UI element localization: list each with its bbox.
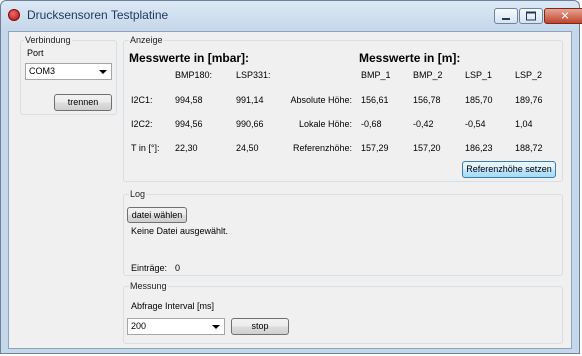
col-header-bmp1: BMP_1 bbox=[361, 70, 391, 80]
port-select[interactable]: COM3 bbox=[25, 63, 112, 80]
value-i2c2-lsp331: 990,66 bbox=[236, 119, 264, 129]
value-i2c1-bmp180: 994,58 bbox=[175, 95, 203, 105]
col-header-bmp2: BMP_2 bbox=[413, 70, 443, 80]
main-window: Drucksensoren Testplatine ✕ Verbindung P… bbox=[0, 0, 582, 354]
interval-label: Abfrage Interval [ms] bbox=[131, 301, 215, 311]
title-bar[interactable]: Drucksensoren Testplatine ✕ bbox=[1, 1, 582, 31]
interval-value: 200 bbox=[131, 321, 147, 331]
value-lok-lsp1: -0,54 bbox=[465, 119, 486, 129]
disconnect-button[interactable]: trennen bbox=[54, 94, 112, 111]
row-label-absolute-hoehe: Absolute Höhe: bbox=[290, 95, 352, 105]
messung-group-label: Messung bbox=[129, 281, 168, 291]
mbar-header: Messwerte in [mbar]: bbox=[129, 51, 250, 65]
selected-file-text: Keine Datei ausgewählt. bbox=[131, 226, 229, 236]
value-i2c2-bmp180: 994,56 bbox=[175, 119, 203, 129]
col-header-lsp331: LSP331: bbox=[236, 70, 271, 80]
interval-select[interactable]: 200 bbox=[127, 318, 225, 335]
choose-file-button[interactable]: datei wählen bbox=[127, 207, 187, 223]
log-group-label: Log bbox=[129, 189, 147, 199]
value-temp-lsp331: 24,50 bbox=[236, 143, 259, 153]
row-label-i2c1: I2C1: bbox=[131, 95, 153, 105]
chevron-down-icon bbox=[99, 70, 107, 74]
verbindung-group-label: Verbindung bbox=[24, 35, 72, 45]
value-ref-bmp1: 157,29 bbox=[361, 143, 389, 153]
chevron-down-icon bbox=[212, 325, 220, 329]
row-label-referenzhoehe: Referenzhöhe: bbox=[292, 143, 352, 153]
value-i2c1-lsp331: 991,14 bbox=[236, 95, 264, 105]
anzeige-group-label: Anzeige bbox=[129, 35, 164, 45]
value-lok-bmp2: -0,42 bbox=[413, 119, 434, 129]
col-header-lsp2: LSP_2 bbox=[515, 70, 543, 80]
port-value: COM3 bbox=[29, 66, 56, 76]
close-button[interactable]: ✕ bbox=[544, 8, 582, 24]
value-abs-lsp1: 185,70 bbox=[465, 95, 493, 105]
row-label-i2c2: I2C2: bbox=[131, 119, 153, 129]
minimize-button[interactable] bbox=[494, 8, 518, 24]
set-reference-button[interactable]: Referenzhöhe setzen bbox=[462, 161, 556, 178]
maximize-button[interactable] bbox=[519, 8, 543, 24]
row-label-lokale-hoehe: Lokale Höhe: bbox=[298, 119, 352, 129]
port-label: Port bbox=[27, 48, 44, 58]
value-abs-lsp2: 189,76 bbox=[515, 95, 543, 105]
client-area: Verbindung Port COM3 trennen Anzeige Mes… bbox=[8, 31, 572, 349]
window-title: Drucksensoren Testplatine bbox=[27, 8, 169, 22]
messung-group bbox=[123, 286, 563, 344]
value-abs-bmp1: 156,61 bbox=[361, 95, 389, 105]
value-ref-bmp2: 157,20 bbox=[413, 143, 441, 153]
entries-count: 0 bbox=[175, 263, 181, 273]
value-ref-lsp2: 188,72 bbox=[515, 143, 543, 153]
value-lok-lsp2: 1,04 bbox=[515, 119, 533, 129]
close-icon: ✕ bbox=[560, 9, 570, 23]
row-label-temperature: T in [°]: bbox=[131, 143, 160, 153]
m-header: Messwerte in [m]: bbox=[359, 51, 461, 65]
col-header-lsp1: LSP_1 bbox=[465, 70, 493, 80]
value-lok-bmp1: -0,68 bbox=[361, 119, 382, 129]
maximize-icon bbox=[526, 11, 536, 21]
stop-button[interactable]: stop bbox=[231, 318, 289, 335]
value-abs-bmp2: 156,78 bbox=[413, 95, 441, 105]
value-ref-lsp1: 186,23 bbox=[465, 143, 493, 153]
app-icon bbox=[8, 9, 20, 21]
col-header-bmp180: BMP180: bbox=[175, 70, 213, 80]
entries-label: Einträge: bbox=[131, 263, 168, 273]
value-temp-bmp180: 22,30 bbox=[175, 143, 198, 153]
minimize-icon bbox=[502, 18, 510, 20]
